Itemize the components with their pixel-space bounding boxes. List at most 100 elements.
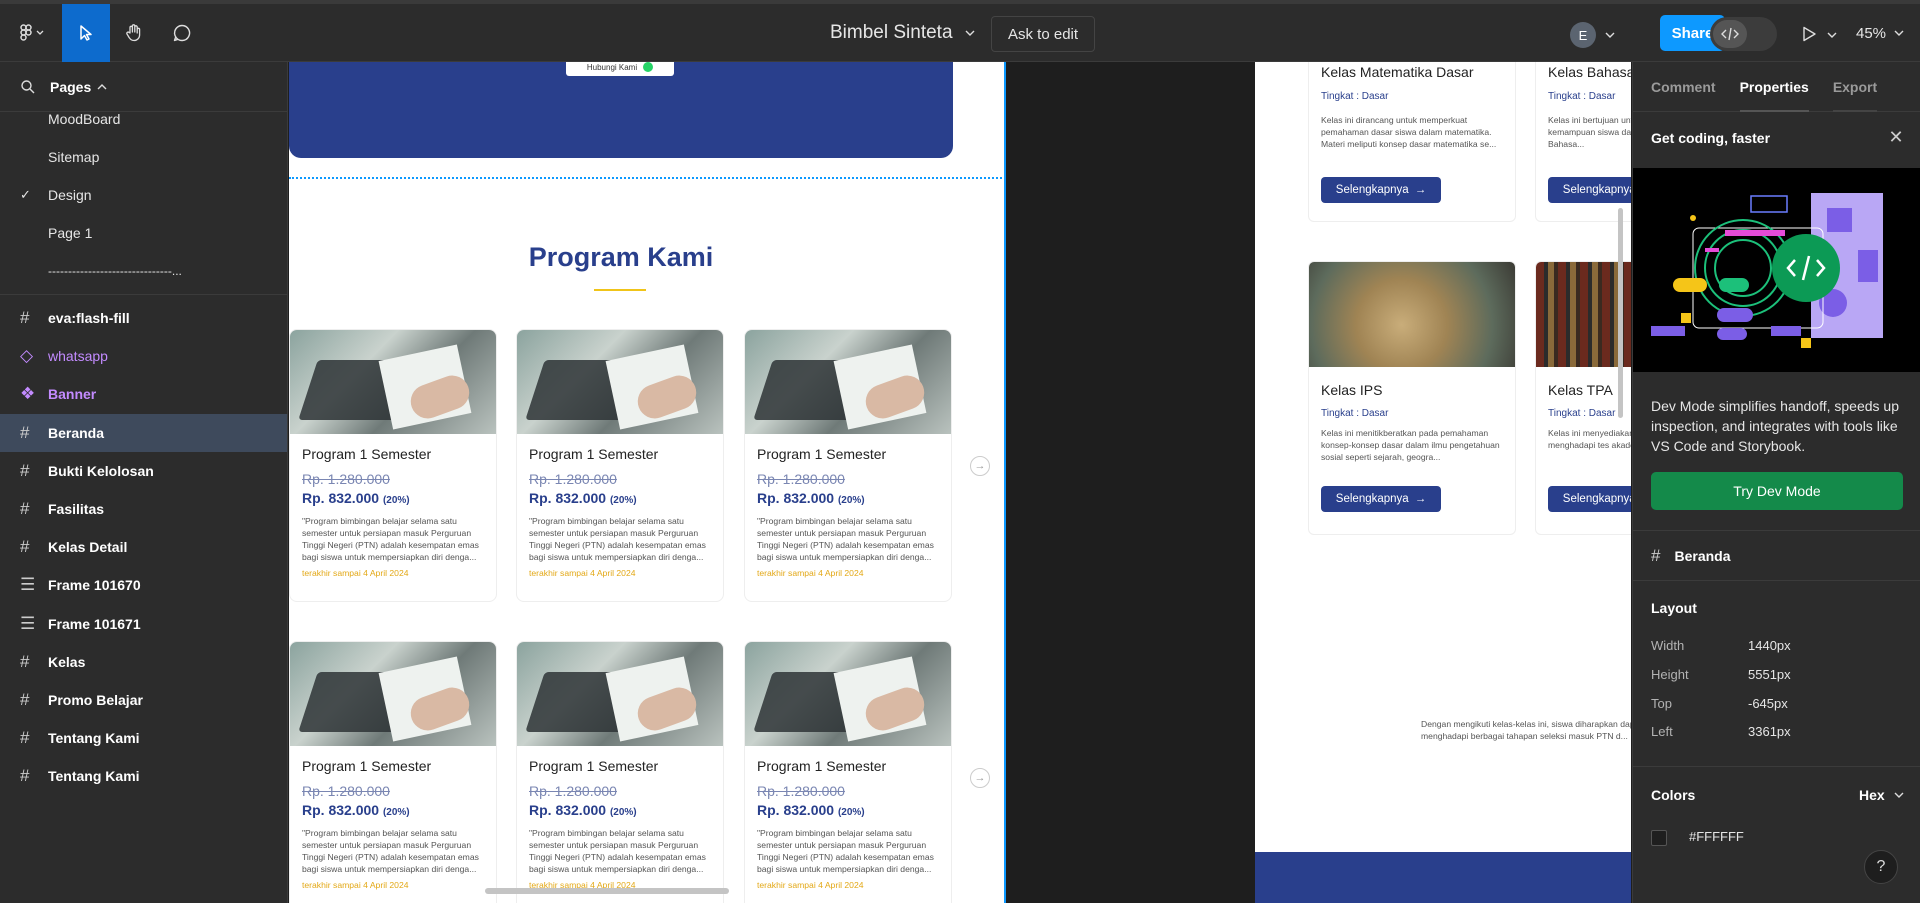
layer-label: Bukti Kelolosan xyxy=(48,462,154,479)
tab-comment[interactable]: Comment xyxy=(1651,62,1716,112)
width-value[interactable]: 1440px xyxy=(1748,638,1791,653)
frame-icon: # xyxy=(20,498,30,518)
next-arrow-icon[interactable]: → xyxy=(970,456,990,476)
next-arrow-icon[interactable]: → xyxy=(970,768,990,788)
tab-export[interactable]: Export xyxy=(1832,62,1878,112)
move-tool-button[interactable] xyxy=(62,4,110,62)
kelas-title: Kelas Bahasa xyxy=(1548,64,1631,80)
pages-label: Pages xyxy=(50,78,92,95)
kelas-desc: Kelas ini dirancang untuk memperkuat pem… xyxy=(1321,115,1497,149)
frame-icon: # xyxy=(20,651,30,671)
layer-promo-belajar[interactable]: # Promo Belajar xyxy=(0,681,287,719)
footer-section xyxy=(1255,852,1631,903)
layer-kelas[interactable]: # Kelas xyxy=(0,643,287,681)
program-image xyxy=(745,642,951,746)
kelas-card[interactable]: Kelas TPA Tingkat : Dasar Kelas ini meny… xyxy=(1535,261,1631,535)
search-icon[interactable] xyxy=(20,79,36,95)
title-underline xyxy=(594,289,646,291)
file-title-menu[interactable]: Bimbel Sinteta xyxy=(830,4,977,62)
top-value[interactable]: -645px xyxy=(1748,696,1788,711)
color-swatch[interactable] xyxy=(1651,830,1667,846)
layer-whatsapp[interactable]: ◇ whatsapp xyxy=(0,337,287,375)
figma-menu-button[interactable] xyxy=(14,4,50,62)
ask-to-edit-button[interactable]: Ask to edit xyxy=(991,16,1096,52)
dev-mode-toggle[interactable] xyxy=(1710,17,1777,51)
kelas-card[interactable]: Kelas Matematika Dasar Tingkat : Dasar K… xyxy=(1308,62,1516,222)
program-new-price: Rp. 832.000 (20%) xyxy=(757,490,865,506)
button-label: Selengkapnya xyxy=(1562,493,1631,505)
layer-bukti-kelolosan[interactable]: # Bukti Kelolosan xyxy=(0,452,287,490)
layer-eva-flash-fill[interactable]: # eva:flash-fill xyxy=(0,299,287,337)
page-item-page-1[interactable]: Page 1 xyxy=(0,214,287,252)
selengkapnya-button[interactable]: Selengkapnya→ xyxy=(1321,486,1441,512)
color-value[interactable]: #FFFFFF xyxy=(1689,829,1744,844)
program-title: Program 1 Semester xyxy=(529,446,659,462)
program-card[interactable]: Program 1 Semester Rp. 1.280.000 Rp. 832… xyxy=(289,329,497,602)
program-desc: "Program bimbingan belajar selama satu s… xyxy=(757,828,934,874)
toolbar: Bimbel Sinteta Ask to edit E Share 45% xyxy=(0,0,1920,62)
footnote-line: menghadapi berbagai tahapan seleksi masu… xyxy=(1421,731,1628,741)
program-image xyxy=(745,330,951,434)
frame-kelas[interactable]: Kelas Matematika Dasar Tingkat : Dasar K… xyxy=(1255,62,1631,903)
layer-beranda[interactable]: # Beranda xyxy=(0,413,287,452)
frame-icon: # xyxy=(20,728,30,748)
kelas-card[interactable]: Kelas Bahasa Tingkat : Dasar Kelas ini b… xyxy=(1535,62,1631,222)
layer-kelas-detail[interactable]: # Kelas Detail xyxy=(0,528,287,566)
button-label: Selengkapnya xyxy=(1562,184,1631,196)
left-value[interactable]: 3361px xyxy=(1748,724,1791,739)
comment-tool-button[interactable] xyxy=(158,4,206,62)
frame-beranda[interactable]: Hubungi Kami Program Kami Program 1 Seme… xyxy=(289,62,1006,903)
color-format-select[interactable]: Hex xyxy=(1859,787,1905,803)
design-canvas[interactable]: Hubungi Kami Program Kami Program 1 Seme… xyxy=(289,62,1631,903)
frame-icon: # xyxy=(20,422,30,442)
colors-header: Colors xyxy=(1651,787,1696,803)
play-icon[interactable] xyxy=(1800,25,1818,43)
program-card[interactable]: Program 1 Semester Rp. 1.280.000 Rp. 832… xyxy=(744,329,952,602)
page-item-moodboard[interactable]: MoodBoard xyxy=(0,100,287,138)
kelas-card[interactable]: Kelas IPS Tingkat : Dasar Kelas ini meni… xyxy=(1308,261,1516,535)
new-price-value: Rp. 832.000 xyxy=(302,490,380,506)
chevron-down-icon[interactable] xyxy=(1826,30,1838,40)
hubungi-kami-button[interactable]: Hubungi Kami xyxy=(566,62,674,76)
discount-label: (20%) xyxy=(609,495,637,506)
kelas-desc: Kelas ini menyediakan latihan khusus unt… xyxy=(1548,428,1631,450)
tab-properties[interactable]: Properties xyxy=(1739,62,1810,112)
program-new-price: Rp. 832.000 (20%) xyxy=(529,802,637,818)
layer-label: Tentang Kami xyxy=(48,768,140,785)
layer-label: Kelas Detail xyxy=(48,539,128,556)
selengkapnya-button[interactable]: Selengkapnya→ xyxy=(1548,486,1631,512)
selengkapnya-button[interactable]: Selengkapnya→ xyxy=(1548,177,1631,203)
program-title: Program 1 Semester xyxy=(757,446,887,462)
panel-tabs: Comment Properties Export xyxy=(1633,62,1920,112)
layer-frame-101670[interactable]: ☰ Frame 101670 xyxy=(0,566,287,604)
program-card[interactable]: Program 1 Semester Rp. 1.280.000 Rp. 832… xyxy=(516,641,724,903)
kelas-level: Tingkat : Dasar xyxy=(1548,91,1616,102)
layer-banner[interactable]: ❖ Banner xyxy=(0,375,287,413)
page-item-separator[interactable]: -------------------------------... xyxy=(0,252,287,290)
kelas-desc: Kelas ini menitikberatkan pada pemahaman… xyxy=(1321,428,1500,462)
help-button[interactable]: ? xyxy=(1864,850,1898,884)
program-card[interactable]: Program 1 Semester Rp. 1.280.000 Rp. 832… xyxy=(744,641,952,903)
horizontal-scrollbar[interactable] xyxy=(485,888,729,894)
height-value[interactable]: 5551px xyxy=(1748,667,1791,682)
program-card[interactable]: Program 1 Semester Rp. 1.280.000 Rp. 832… xyxy=(289,641,497,903)
hand-tool-button[interactable] xyxy=(110,4,158,62)
frame-icon: # xyxy=(20,766,30,786)
avatar[interactable]: E xyxy=(1570,22,1596,48)
program-new-price: Rp. 832.000 (20%) xyxy=(757,802,865,818)
try-dev-mode-button[interactable]: Try Dev Mode xyxy=(1651,472,1903,510)
page-item-sitemap[interactable]: Sitemap xyxy=(0,138,287,176)
layer-tentang-kami[interactable]: # Tentang Kami xyxy=(0,719,287,757)
zoom-menu[interactable]: 45% xyxy=(1856,4,1906,62)
banner-section[interactable]: Hubungi Kami xyxy=(289,62,953,158)
program-card[interactable]: Program 1 Semester Rp. 1.280.000 Rp. 832… xyxy=(516,329,724,602)
selengkapnya-button[interactable]: Selengkapnya→ xyxy=(1321,177,1441,203)
layer-tentang-kami-2[interactable]: # Tentang Kami xyxy=(0,757,287,795)
dev-mode-illustration xyxy=(1633,168,1920,372)
layer-fasilitas[interactable]: # Fasilitas xyxy=(0,490,287,528)
close-icon[interactable]: ✕ xyxy=(1885,126,1907,148)
vertical-scrollbar[interactable] xyxy=(1618,208,1623,418)
chevron-down-icon[interactable] xyxy=(1604,30,1616,40)
page-item-design[interactable]: ✓ Design xyxy=(0,176,287,214)
layer-frame-101671[interactable]: ☰ Frame 101671 xyxy=(0,605,287,643)
